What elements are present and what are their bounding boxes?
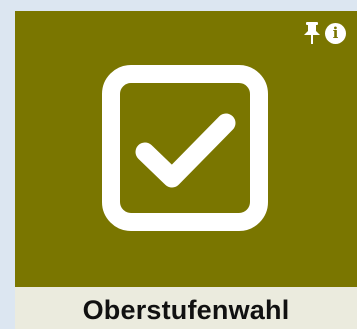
tile-body[interactable]: i: [15, 11, 357, 287]
tile-footer[interactable]: Oberstufenwahl: [15, 287, 357, 329]
oberstufenwahl-tile[interactable]: i Oberstufenwahl: [15, 11, 357, 329]
info-icon[interactable]: i: [325, 23, 346, 44]
pin-icon[interactable]: [303, 22, 321, 44]
tile-label: Oberstufenwahl: [82, 294, 290, 325]
checkbox-checked-icon: [102, 65, 268, 231]
